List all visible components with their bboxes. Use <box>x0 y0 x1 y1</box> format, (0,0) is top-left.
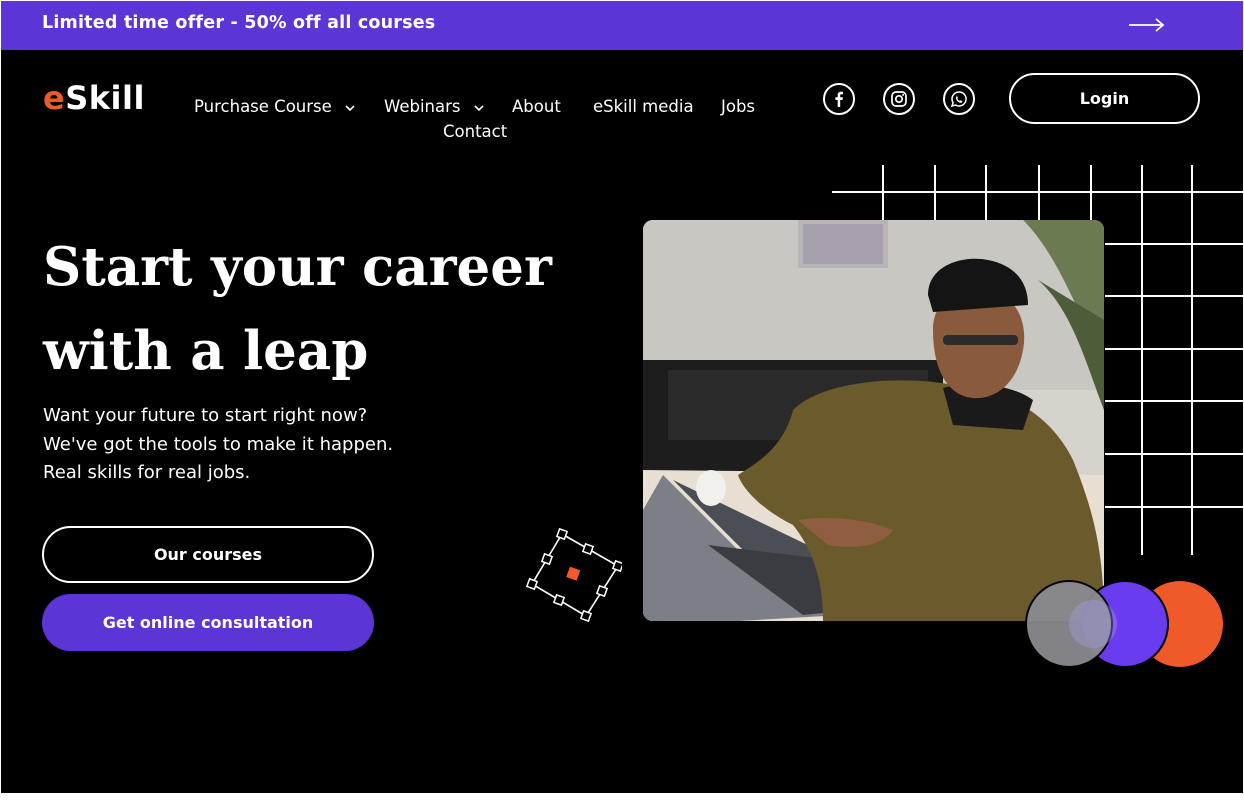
facebook-icon[interactable] <box>823 83 855 115</box>
arrow-right-icon[interactable] <box>1128 16 1166 34</box>
nav-label: About <box>512 97 561 116</box>
nav-eskill-media[interactable]: eSkill media <box>593 97 694 116</box>
page: Limited time offer - 50% off all courses… <box>1 1 1243 793</box>
online-consultation-button[interactable]: Get online consultation <box>42 594 374 651</box>
nav-purchase-course[interactable]: Purchase Course <box>194 97 355 116</box>
cube-decoration <box>526 527 622 622</box>
hero-title: Start your career with a leap <box>43 225 603 393</box>
nav-jobs[interactable]: Jobs <box>721 97 755 116</box>
hero-title-line: Start your career <box>43 236 552 298</box>
chevron-down-icon <box>474 104 484 111</box>
nav-contact[interactable]: Contact <box>443 122 507 141</box>
instagram-icon[interactable] <box>883 83 915 115</box>
nav-webinars[interactable]: Webinars <box>384 97 484 116</box>
nav-about[interactable]: About <box>512 97 561 116</box>
promo-banner[interactable]: Limited time offer - 50% off all courses <box>1 1 1243 50</box>
nav-label: Contact <box>443 122 508 141</box>
nav-label: Webinars <box>384 97 461 116</box>
circles-decoration <box>1025 580 1223 668</box>
nav-label: eSkill media <box>593 97 694 116</box>
hero-title-line: with a leap <box>43 320 369 382</box>
our-courses-button[interactable]: Our courses <box>42 526 374 583</box>
nav-label: Purchase Course <box>194 97 332 116</box>
hero-photo <box>643 220 1104 621</box>
logo-text: Skill <box>65 79 145 117</box>
whatsapp-icon[interactable] <box>943 83 975 115</box>
login-button[interactable]: Login <box>1009 73 1200 124</box>
logo[interactable]: eSkill <box>43 79 145 117</box>
logo-accent: e <box>43 79 66 117</box>
hero-subtitle: Want your future to start right now? We'… <box>43 405 394 483</box>
chevron-down-icon <box>345 104 355 111</box>
promo-text: Limited time offer - 50% off all courses <box>42 13 436 33</box>
nav-label: Jobs <box>721 97 756 116</box>
